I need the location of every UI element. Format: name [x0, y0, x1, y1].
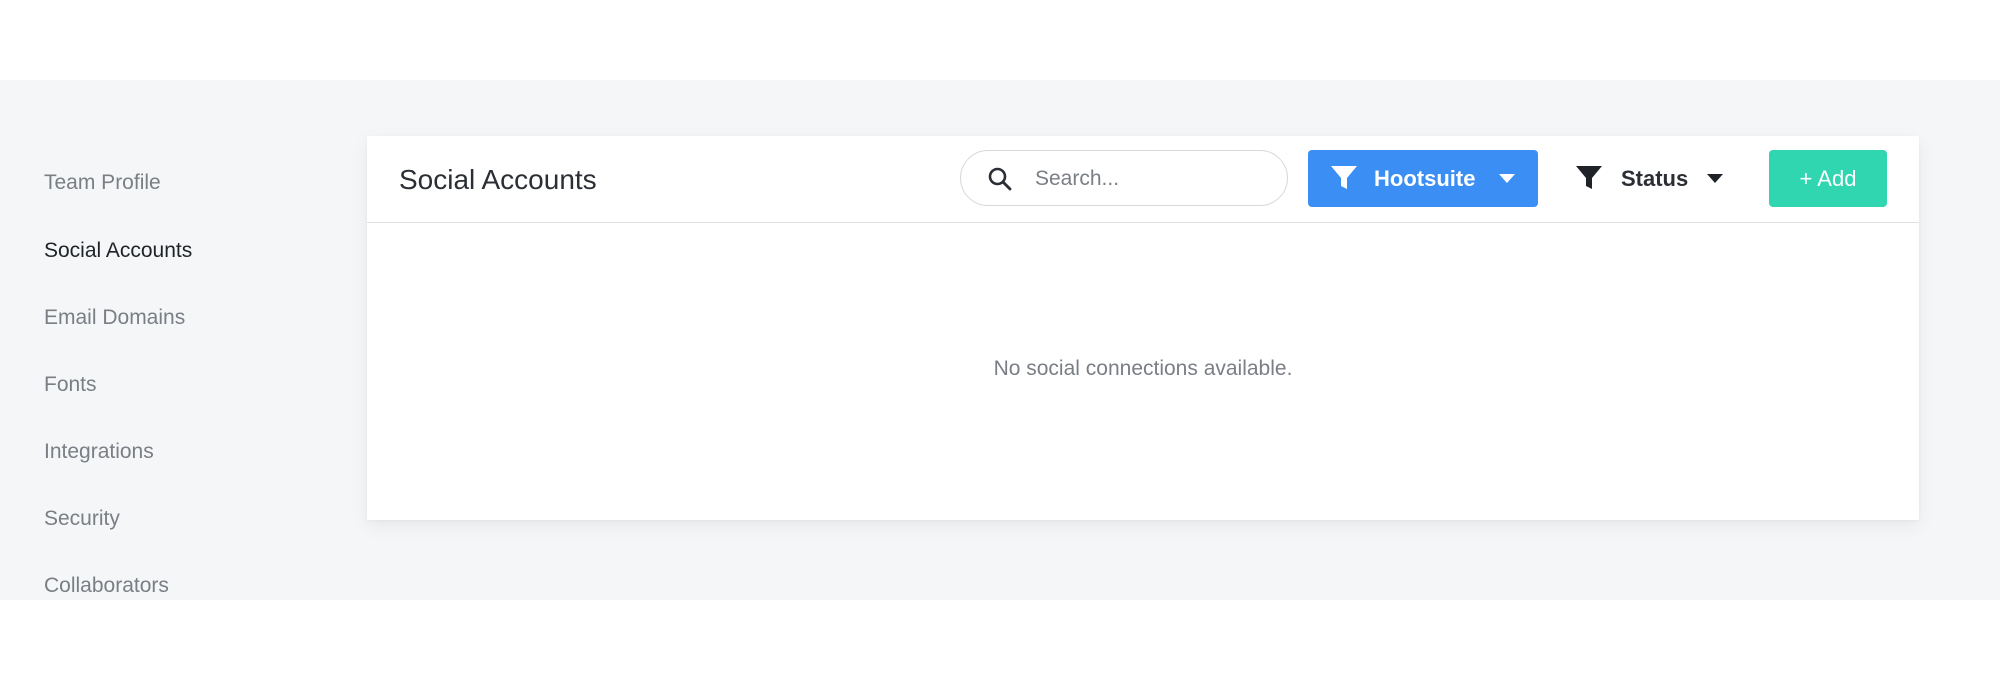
- page-title: Social Accounts: [399, 164, 597, 195]
- sidebar-item-security[interactable]: Security: [44, 504, 120, 534]
- chevron-down-icon: [1707, 174, 1723, 183]
- social-accounts-panel: Social Accounts Hootsuite Status: [367, 136, 1919, 520]
- chevron-down-icon: [1499, 174, 1515, 183]
- settings-sidebar: Team Profile Social Accounts Email Domai…: [44, 80, 344, 600]
- empty-state-message: No social connections available.: [993, 357, 1293, 380]
- sidebar-item-email-domains[interactable]: Email Domains: [44, 303, 185, 333]
- sidebar-item-collaborators[interactable]: Collaborators: [44, 571, 169, 601]
- funnel-icon: [1576, 166, 1602, 189]
- top-margin: [0, 0, 2000, 80]
- sidebar-item-integrations[interactable]: Integrations: [44, 437, 154, 467]
- hootsuite-filter-button[interactable]: Hootsuite: [1308, 150, 1538, 207]
- bottom-margin: [0, 600, 2000, 680]
- sidebar-item-team-profile[interactable]: Team Profile: [44, 168, 161, 198]
- filter-label: Hootsuite: [1374, 166, 1476, 191]
- status-label: Status: [1621, 166, 1689, 191]
- status-filter-button[interactable]: Status: [1563, 150, 1733, 207]
- search-box[interactable]: [960, 150, 1288, 206]
- sidebar-item-social-accounts[interactable]: Social Accounts: [44, 236, 192, 266]
- sidebar-item-fonts[interactable]: Fonts: [44, 370, 97, 400]
- add-button[interactable]: + Add: [1769, 150, 1887, 207]
- search-input[interactable]: [1033, 161, 1267, 197]
- panel-header: Social Accounts Hootsuite Status: [367, 136, 1919, 223]
- funnel-icon: [1331, 166, 1357, 189]
- search-icon: [988, 167, 1012, 191]
